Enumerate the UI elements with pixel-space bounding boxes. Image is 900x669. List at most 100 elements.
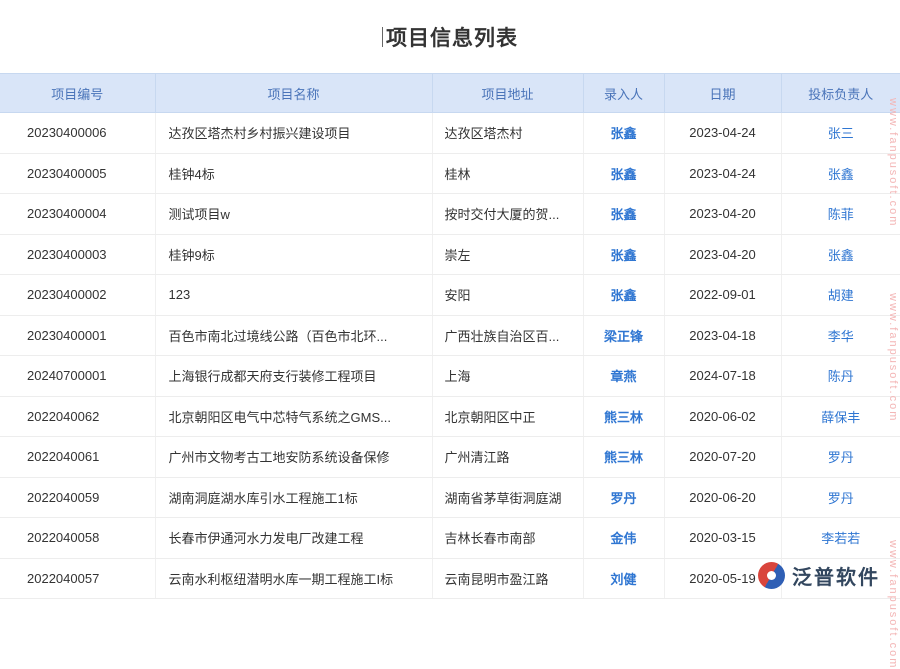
cell-code: 20230400003 bbox=[0, 234, 155, 275]
cell-date: 2022-09-01 bbox=[664, 275, 781, 316]
cell-date: 2024-07-18 bbox=[664, 356, 781, 397]
page-title: 项目信息列表 bbox=[386, 22, 518, 52]
cell-address: 达孜区塔杰村 bbox=[432, 113, 583, 154]
cell-entry: 张鑫 bbox=[583, 153, 664, 194]
fanpu-logo-icon bbox=[758, 562, 785, 589]
bid-manager-link[interactable]: 张三 bbox=[828, 126, 854, 141]
cell-name: 北京朝阳区电气中芯特气系统之GMS... bbox=[155, 396, 432, 437]
cell-date: 2020-03-15 bbox=[664, 518, 781, 559]
cell-entry: 张鑫 bbox=[583, 113, 664, 154]
cell-name: 长春市伊通河水力发电厂改建工程 bbox=[155, 518, 432, 559]
cell-code: 2022040059 bbox=[0, 477, 155, 518]
cell-entry: 张鑫 bbox=[583, 275, 664, 316]
cell-manager: 陈丹 bbox=[781, 356, 900, 397]
bid-manager-link[interactable]: 陈菲 bbox=[828, 207, 854, 222]
bid-manager-link[interactable]: 胡建 bbox=[828, 288, 854, 303]
page-header: 项目信息列表 bbox=[0, 0, 900, 73]
table-body: 20230400006达孜区塔杰村乡村振兴建设项目达孜区塔杰村张鑫2023-04… bbox=[0, 113, 900, 599]
cell-manager: 李若若 bbox=[781, 518, 900, 559]
cell-date: 2023-04-24 bbox=[664, 153, 781, 194]
cell-entry: 刘健 bbox=[583, 558, 664, 599]
cell-address: 崇左 bbox=[432, 234, 583, 275]
bid-manager-link[interactable]: 薛保丰 bbox=[821, 410, 860, 425]
bid-manager-link[interactable]: 罗丹 bbox=[828, 491, 854, 506]
cell-address: 北京朝阳区中正 bbox=[432, 396, 583, 437]
cell-entry: 金伟 bbox=[583, 518, 664, 559]
cell-date: 2023-04-18 bbox=[664, 315, 781, 356]
cell-code: 20230400002 bbox=[0, 275, 155, 316]
bid-manager-link[interactable]: 陈丹 bbox=[828, 369, 854, 384]
column-header-project-address: 项目地址 bbox=[432, 74, 583, 113]
cell-entry: 熊三林 bbox=[583, 437, 664, 478]
cell-entry: 罗丹 bbox=[583, 477, 664, 518]
cell-code: 20230400006 bbox=[0, 113, 155, 154]
watermark-url: www.fanpusoft.com bbox=[887, 293, 899, 422]
cell-name: 百色市南北过境线公路（百色市北环... bbox=[155, 315, 432, 356]
entry-person-link[interactable]: 张鑫 bbox=[610, 248, 636, 263]
cell-address: 广西壮族自治区百... bbox=[432, 315, 583, 356]
brand-logo: 泛普软件 bbox=[754, 559, 884, 592]
cell-address: 吉林长春市南部 bbox=[432, 518, 583, 559]
cell-manager: 张鑫 bbox=[781, 234, 900, 275]
cell-code: 2022040057 bbox=[0, 558, 155, 599]
bid-manager-link[interactable]: 李华 bbox=[828, 329, 854, 344]
entry-person-link[interactable]: 章燕 bbox=[610, 369, 636, 384]
cell-address: 湖南省茅草街洞庭湖 bbox=[432, 477, 583, 518]
entry-person-link[interactable]: 熊三林 bbox=[604, 450, 643, 465]
bid-manager-link[interactable]: 罗丹 bbox=[828, 450, 854, 465]
entry-person-link[interactable]: 金伟 bbox=[610, 531, 636, 546]
column-header-project-code: 项目编号 bbox=[0, 74, 155, 113]
entry-person-link[interactable]: 张鑫 bbox=[610, 207, 636, 222]
cell-code: 20230400005 bbox=[0, 153, 155, 194]
table-row: 20230400004测试项目w按时交付大厦的贺...张鑫2023-04-20陈… bbox=[0, 194, 900, 235]
cell-date: 2020-06-20 bbox=[664, 477, 781, 518]
cell-name: 湖南洞庭湖水库引水工程施工1标 bbox=[155, 477, 432, 518]
cell-address: 云南昆明市盈江路 bbox=[432, 558, 583, 599]
brand-name: 泛普软件 bbox=[792, 561, 880, 590]
entry-person-link[interactable]: 张鑫 bbox=[610, 167, 636, 182]
cell-date: 2020-06-02 bbox=[664, 396, 781, 437]
table-header: 项目编号 项目名称 项目地址 录入人 日期 投标负责人 bbox=[0, 74, 900, 113]
cell-name: 云南水利枢纽潜明水库一期工程施工I标 bbox=[155, 558, 432, 599]
cell-code: 20230400001 bbox=[0, 315, 155, 356]
bid-manager-link[interactable]: 张鑫 bbox=[828, 248, 854, 263]
bid-manager-link[interactable]: 张鑫 bbox=[828, 167, 854, 182]
text-cursor bbox=[382, 27, 383, 47]
entry-person-link[interactable]: 罗丹 bbox=[610, 491, 636, 506]
cell-address: 广州清江路 bbox=[432, 437, 583, 478]
cell-manager: 张三 bbox=[781, 113, 900, 154]
table-row: 20230400006达孜区塔杰村乡村振兴建设项目达孜区塔杰村张鑫2023-04… bbox=[0, 113, 900, 154]
cell-date: 2023-04-20 bbox=[664, 194, 781, 235]
cell-date: 2023-04-24 bbox=[664, 113, 781, 154]
cell-entry: 梁正锋 bbox=[583, 315, 664, 356]
project-info-table: 项目编号 项目名称 项目地址 录入人 日期 投标负责人 20230400006 达… bbox=[0, 73, 900, 599]
cell-manager: 罗丹 bbox=[781, 437, 900, 478]
cell-address: 安阳 bbox=[432, 275, 583, 316]
cell-name: 测试项目w bbox=[155, 194, 432, 235]
cell-code: 2022040058 bbox=[0, 518, 155, 559]
cell-entry: 熊三林 bbox=[583, 396, 664, 437]
watermark-url: www.fanpusoft.com bbox=[887, 540, 899, 669]
table-row: 2022040058长春市伊通河水力发电厂改建工程吉林长春市南部 金伟 2020-0… bbox=[0, 518, 900, 559]
cell-name: 桂钟9标 bbox=[155, 234, 432, 275]
entry-person-link[interactable]: 刘健 bbox=[610, 572, 636, 587]
entry-person-link[interactable]: 梁正锋 bbox=[604, 329, 643, 344]
cell-manager: 陈菲 bbox=[781, 194, 900, 235]
cell-manager: 胡建 bbox=[781, 275, 900, 316]
watermark-url: www.fanpusoft.com bbox=[887, 98, 899, 227]
cell-code: 20230400004 bbox=[0, 194, 155, 235]
bid-manager-link[interactable]: 李若若 bbox=[821, 531, 860, 546]
cell-name: 广州市文物考古工地安防系统设备保修 bbox=[155, 437, 432, 478]
column-header-date: 日期 bbox=[664, 74, 781, 113]
table-row: 20230400003桂钟9标崇左张鑫2023-04-20张鑫 bbox=[0, 234, 900, 275]
cell-entry: 张鑫 bbox=[583, 194, 664, 235]
cell-name: 123 bbox=[155, 275, 432, 316]
entry-person-link[interactable]: 张鑫 bbox=[610, 288, 636, 303]
cell-code: 20240700001 bbox=[0, 356, 155, 397]
entry-person-link[interactable]: 熊三林 bbox=[604, 410, 643, 425]
cell-name: 上海银行成都天府支行装修工程项目 bbox=[155, 356, 432, 397]
cell-entry: 章燕 bbox=[583, 356, 664, 397]
entry-person-link[interactable]: 张鑫 bbox=[610, 126, 636, 141]
cell-code: 2022040061 bbox=[0, 437, 155, 478]
cell-manager: 李华 bbox=[781, 315, 900, 356]
